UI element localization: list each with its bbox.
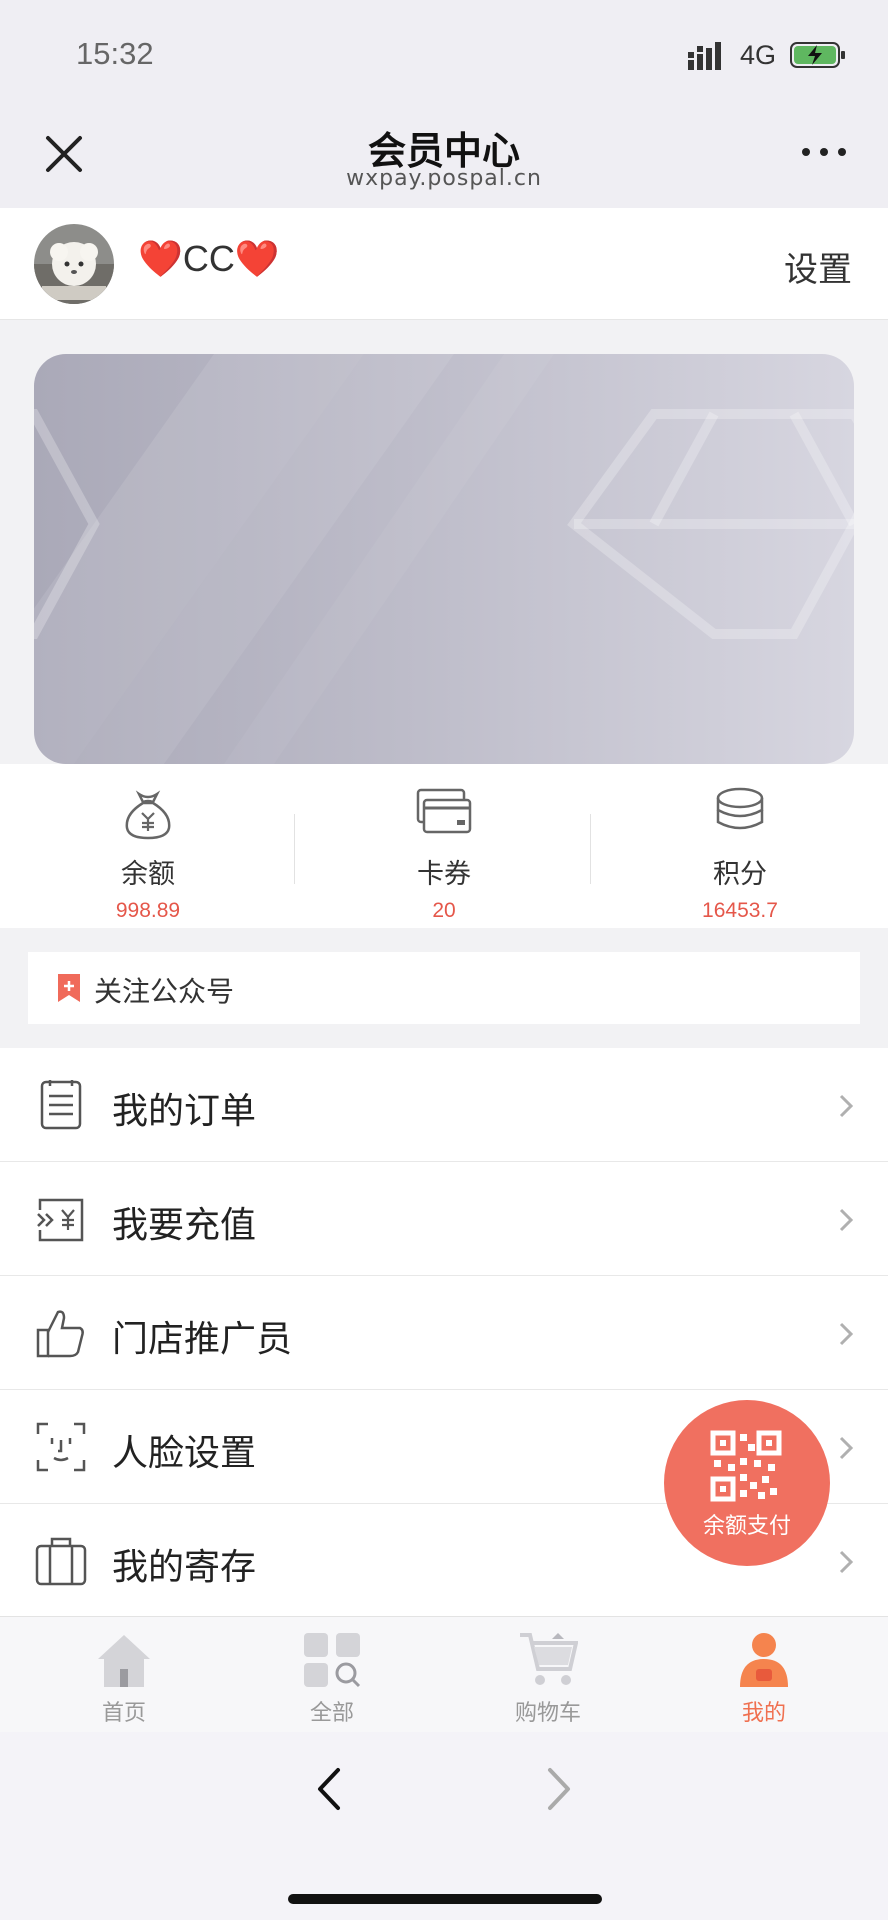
- stat-label: 余额: [121, 859, 175, 890]
- stat-value: 16453.7: [702, 899, 778, 922]
- divider: [294, 814, 295, 884]
- tab-label: 我的: [741, 1701, 786, 1726]
- menu-label: 我的订单: [112, 1091, 257, 1132]
- stats-bar: 余额 998.89 卡券 20 积分 16453.7: [0, 764, 888, 928]
- tab-home[interactable]: 首页: [44, 1631, 204, 1727]
- signal-icon: [688, 42, 721, 70]
- tab-label: 全部: [309, 1701, 354, 1726]
- card-area: [0, 320, 888, 764]
- stat-label: 积分: [713, 859, 767, 890]
- avatar[interactable]: [34, 224, 114, 304]
- home-indicator: [288, 1894, 602, 1904]
- chevron-right-icon: [839, 1550, 854, 1574]
- bookmark-plus-icon: [58, 974, 80, 1002]
- chevron-right-icon: [839, 1208, 854, 1232]
- back-arrow-icon[interactable]: [312, 1766, 348, 1812]
- more-icon[interactable]: [798, 140, 850, 164]
- user-icon: [740, 1633, 788, 1687]
- profile-row: ❤️CC❤️ 设置: [0, 208, 888, 320]
- tab-bar: 首页 全部 购物车 我的: [0, 1616, 888, 1732]
- tab-label: 购物车: [514, 1701, 581, 1726]
- locker-icon: [35, 1537, 87, 1586]
- chevron-right-icon: [839, 1436, 854, 1460]
- browser-toolbar: [0, 1732, 888, 1920]
- recharge-icon: [37, 1198, 84, 1242]
- membership-card[interactable]: [34, 354, 854, 764]
- tab-label: 首页: [101, 1701, 146, 1726]
- clipboard-icon: [40, 1080, 82, 1130]
- balance-pay-button[interactable]: 余额支付: [664, 1400, 830, 1566]
- username: ❤️CC❤️: [138, 238, 280, 279]
- qr-code-icon: [710, 1430, 782, 1502]
- divider: [590, 814, 591, 884]
- tab-all[interactable]: 全部: [252, 1631, 412, 1727]
- stat-coupons[interactable]: 卡券 20: [344, 786, 544, 923]
- menu-label: 我要充值: [112, 1205, 257, 1246]
- stat-value: 998.89: [115, 899, 181, 922]
- nav-bar: 会员中心 wxpay.pospal.cn: [0, 106, 888, 208]
- menu-label: 人脸设置: [112, 1433, 257, 1474]
- home-icon: [98, 1635, 150, 1687]
- thumbs-up-icon: [36, 1310, 84, 1358]
- network-label: 4G: [740, 40, 777, 70]
- follow-label: 关注公众号: [94, 975, 235, 1008]
- stat-points[interactable]: 积分 16453.7: [640, 786, 840, 923]
- menu-item-recharge[interactable]: 我要充值: [0, 1162, 888, 1276]
- status-time: 15:32: [76, 36, 154, 71]
- face-scan-icon: [36, 1422, 86, 1472]
- stat-balance[interactable]: 余额 998.89: [48, 786, 248, 923]
- battery-icon: [790, 42, 845, 68]
- menu-label: 我的寄存: [112, 1547, 257, 1588]
- page-url: wxpay.pospal.cn: [346, 166, 542, 191]
- coins-icon: [716, 787, 764, 830]
- status-bar: 15:32 4G: [0, 0, 888, 106]
- tab-cart[interactable]: 购物车: [468, 1631, 628, 1727]
- stat-label: 卡券: [417, 859, 471, 890]
- balance-pay-label: 余额支付: [702, 1514, 791, 1539]
- card-icon: [416, 788, 472, 834]
- cart-icon: [520, 1633, 578, 1685]
- follow-account-row[interactable]: 关注公众号: [28, 952, 860, 1024]
- menu-item-orders[interactable]: 我的订单: [0, 1048, 888, 1162]
- chevron-right-icon: [839, 1322, 854, 1346]
- settings-link[interactable]: 设置: [784, 242, 852, 291]
- tab-mine[interactable]: 我的: [684, 1631, 844, 1727]
- stat-value: 20: [432, 899, 456, 922]
- money-bag-icon: [125, 790, 171, 840]
- menu-item-promoter[interactable]: 门店推广员: [0, 1276, 888, 1390]
- forward-arrow-icon[interactable]: [540, 1766, 576, 1812]
- card-pattern: [34, 354, 854, 764]
- menu-label: 门店推广员: [112, 1319, 293, 1360]
- chevron-right-icon: [839, 1094, 854, 1118]
- grid-search-icon: [304, 1633, 361, 1688]
